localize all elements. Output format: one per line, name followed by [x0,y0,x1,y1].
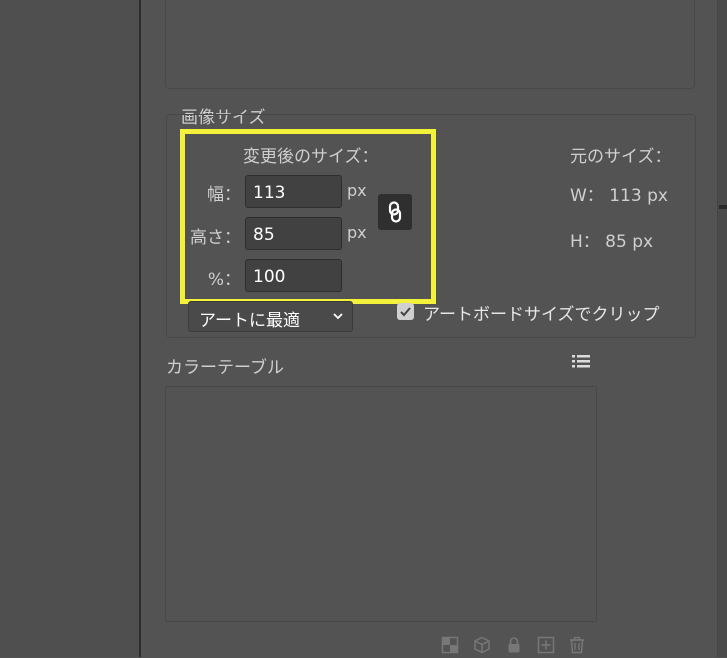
fit-option-value: アートに最適 [199,311,300,331]
cube-icon[interactable] [473,636,491,654]
original-height: H： 85 px [570,232,654,252]
height-unit: px [347,223,367,242]
width-input[interactable] [245,175,342,208]
clip-artboard-label[interactable]: アートボードサイズでクリップ [423,300,659,325]
height-input[interactable] [245,217,342,250]
color-table-menu-icon[interactable] [572,354,590,368]
color-table-title: カラーテーブル [166,358,284,378]
chain-link-icon [388,201,402,223]
scrollbar-thumb[interactable] [719,205,727,209]
constrain-proportions-button[interactable] [378,194,412,230]
height-label: 高さ： [190,228,241,248]
lock-icon[interactable] [505,636,523,654]
trash-icon[interactable] [568,636,586,654]
original-size-label: 元のサイズ： [570,147,672,167]
color-table-area[interactable] [165,386,597,622]
original-width: W： 113 px [570,186,668,206]
preview-settings-box [165,0,695,89]
new-size-label: 変更後のサイズ： [243,147,379,167]
percent-input[interactable] [245,259,342,292]
panel-scrollbar[interactable] [717,0,727,657]
width-unit: px [347,181,367,200]
chevron-down-icon [333,313,343,320]
checkmark-icon [400,307,411,317]
left-pane [0,0,139,657]
percent-label: %： [207,270,241,290]
transparency-map-icon[interactable] [441,636,459,654]
fit-option-select[interactable]: アートに最適 [188,301,353,332]
add-icon[interactable] [537,636,555,654]
width-label: 幅： [207,185,241,205]
clip-artboard-checkbox[interactable] [397,303,414,320]
